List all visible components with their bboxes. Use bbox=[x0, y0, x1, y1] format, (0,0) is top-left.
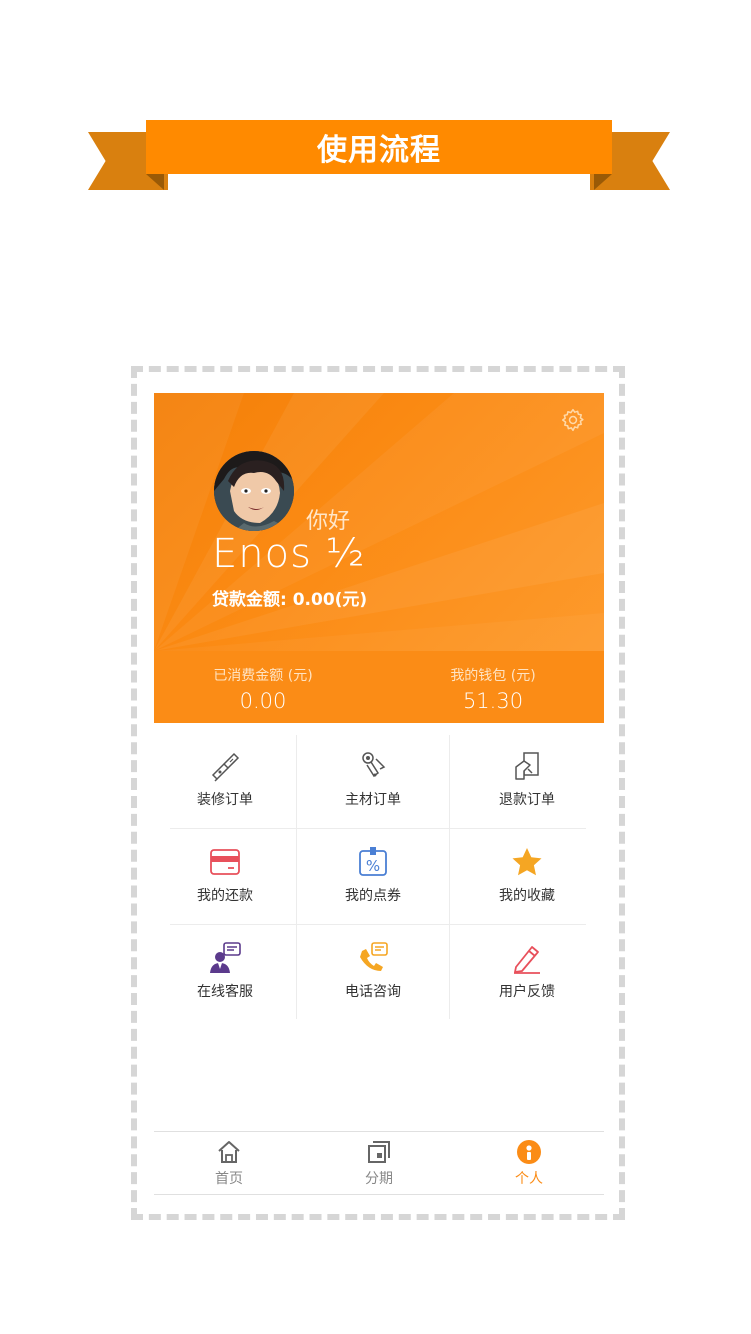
grid-divider bbox=[296, 735, 297, 1019]
menu-item-phone-consult[interactable]: 电话咨询 bbox=[304, 927, 442, 1021]
menu-label: 我的点券 bbox=[345, 888, 401, 904]
tab-home[interactable]: 首页 bbox=[154, 1138, 304, 1188]
refund-icon bbox=[515, 752, 539, 780]
loan-amount: 贷款金额: 0.00(元) bbox=[212, 590, 368, 610]
installment-icon bbox=[368, 1141, 390, 1163]
profile-header: 你好 Enos ½ 贷款金额: 0.00(元) bbox=[154, 393, 604, 651]
menu-item-decoration-orders[interactable]: 装修订单 bbox=[156, 735, 294, 829]
menu-item-online-service[interactable]: 在线客服 bbox=[156, 927, 294, 1021]
decoration-tool-icon bbox=[211, 752, 240, 782]
feedback-pencil-icon bbox=[514, 946, 540, 974]
wallet-stat[interactable]: 我的钱包 (元) 51.30 bbox=[408, 665, 578, 713]
menu-item-my-coupons[interactable]: % 我的点券 bbox=[304, 831, 442, 925]
stats-bar: 已消费金额 (元) 0.00 我的钱包 (元) 51.30 bbox=[154, 651, 604, 723]
tab-label: 分期 bbox=[365, 1171, 393, 1187]
tab-personal[interactable]: 个人 bbox=[454, 1138, 604, 1188]
menu-label: 电话咨询 bbox=[345, 984, 401, 1000]
header-rays bbox=[154, 393, 604, 651]
username: Enos ½ bbox=[212, 531, 366, 577]
home-icon bbox=[218, 1141, 240, 1163]
ribbon-title: 使用流程 bbox=[146, 120, 612, 174]
menu-label: 我的还款 bbox=[197, 888, 253, 904]
menu-item-materials-orders[interactable]: 主材订单 bbox=[304, 735, 442, 829]
menu-label: 在线客服 bbox=[197, 984, 253, 1000]
tab-installment[interactable]: 分期 bbox=[304, 1138, 454, 1188]
avatar[interactable] bbox=[214, 451, 294, 531]
coupon-icon: % bbox=[359, 847, 387, 876]
consumed-amount-stat[interactable]: 已消费金额 (元) 0.00 bbox=[178, 665, 348, 713]
title-ribbon: 使用流程 bbox=[88, 118, 670, 192]
avatar-image bbox=[214, 451, 294, 531]
menu-label: 我的收藏 bbox=[499, 888, 555, 904]
person-icon bbox=[517, 1140, 541, 1164]
menu-item-my-favorites[interactable]: 我的收藏 bbox=[458, 831, 596, 925]
menu-label: 退款订单 bbox=[499, 792, 555, 808]
menu-label: 用户反馈 bbox=[499, 984, 555, 1000]
star-icon bbox=[512, 848, 542, 876]
card-icon bbox=[210, 849, 240, 875]
materials-icon bbox=[362, 752, 386, 778]
stat-value: 51.30 bbox=[462, 689, 524, 713]
menu-item-refund-orders[interactable]: 退款订单 bbox=[458, 735, 596, 829]
bottom-tab-bar: 首页 分期 个人 bbox=[154, 1131, 604, 1195]
settings-gear-icon[interactable] bbox=[560, 407, 586, 433]
grid-divider bbox=[449, 735, 450, 1019]
stat-label: 已消费金额 (元) bbox=[213, 668, 313, 684]
profile-screen: 你好 Enos ½ 贷款金额: 0.00(元) 已消费金额 (元) 0.00 我… bbox=[154, 393, 604, 1195]
menu-item-user-feedback[interactable]: 用户反馈 bbox=[458, 927, 596, 1021]
stat-label: 我的钱包 (元) bbox=[450, 668, 536, 684]
menu-item-my-repayment[interactable]: 我的还款 bbox=[156, 831, 294, 925]
menu-label: 主材订单 bbox=[345, 792, 401, 808]
customer-service-icon bbox=[210, 942, 241, 973]
svg-text:%: % bbox=[366, 857, 380, 875]
phone-icon bbox=[360, 942, 388, 971]
tab-label: 个人 bbox=[515, 1171, 543, 1187]
menu-label: 装修订单 bbox=[197, 792, 253, 808]
menu-grid: 装修订单 主材订单 退款订单 我的还款 % 我的点券 我的收藏 在线客服 电话咨… bbox=[170, 735, 586, 1019]
tab-label: 首页 bbox=[215, 1171, 243, 1187]
stat-value: 0.00 bbox=[239, 689, 287, 713]
